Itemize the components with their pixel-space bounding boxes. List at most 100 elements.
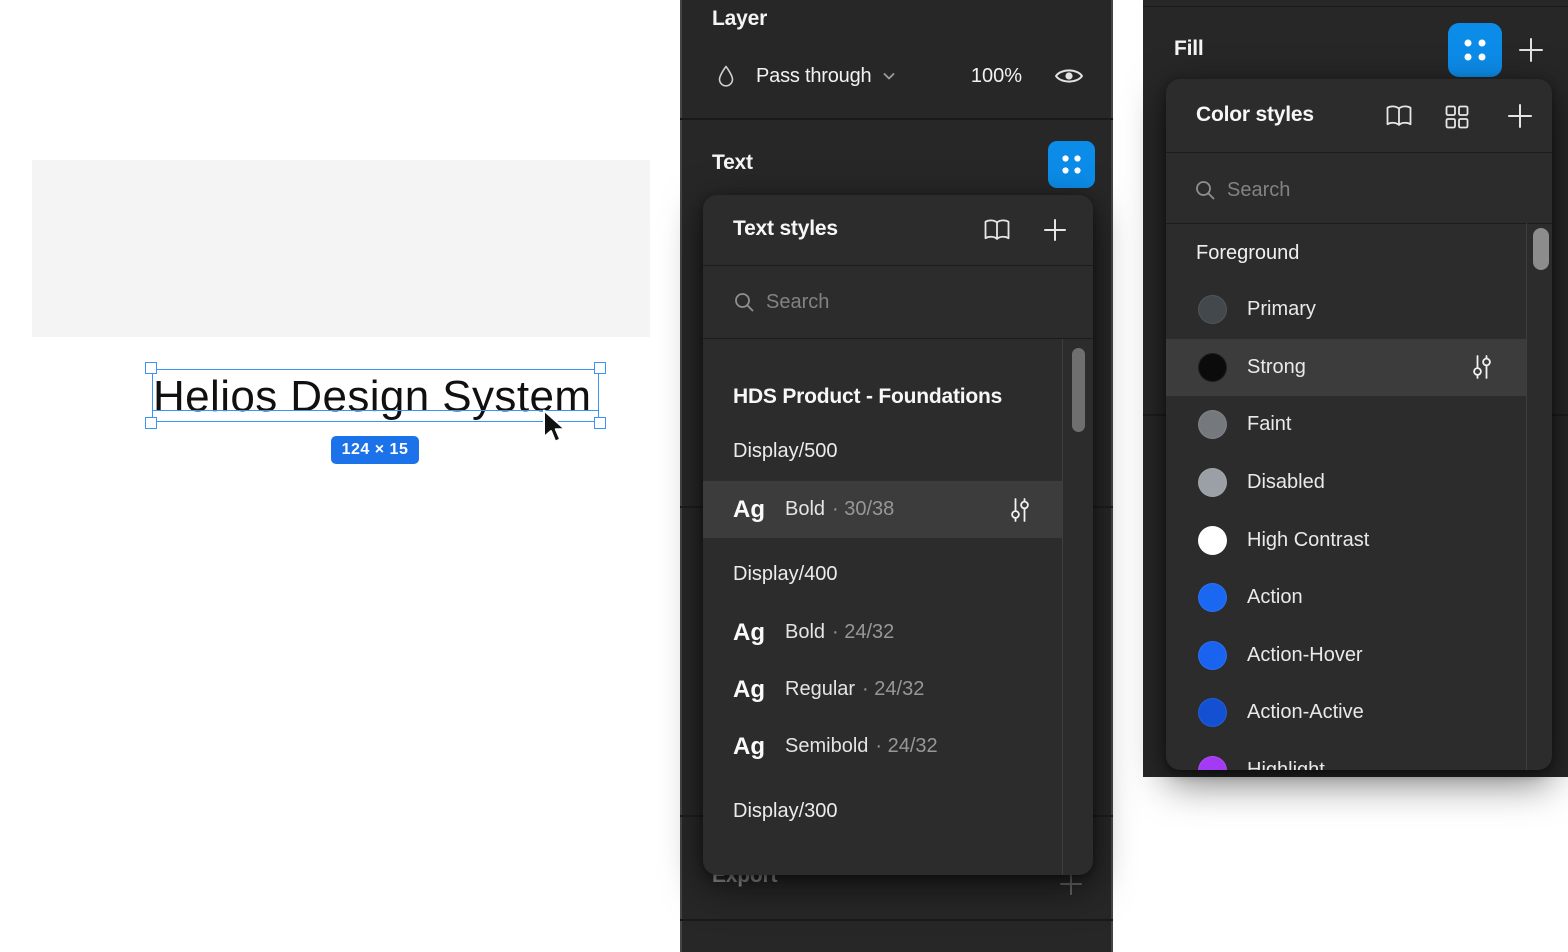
color-swatch (1198, 526, 1227, 555)
visibility-eye-button[interactable] (1054, 65, 1084, 87)
layer-section-title: Layer (712, 7, 767, 31)
style-meta: · 24/32 (832, 621, 894, 644)
color-styles-popup: Color styles Foreground Primary Strong (1166, 79, 1552, 770)
text-style-item[interactable]: Ag Semibold · 24/32 (703, 718, 1062, 775)
eye-icon (1054, 65, 1084, 87)
blend-mode-label: Pass through (756, 65, 871, 88)
style-name: Bold (785, 621, 825, 644)
color-swatch (1198, 756, 1227, 770)
color-style-item[interactable]: Highlight (1166, 742, 1526, 770)
color-style-item[interactable]: Disabled (1166, 454, 1526, 512)
style-meta: · 30/38 (832, 498, 894, 521)
sliders-icon (1470, 353, 1494, 381)
text-section-title: Text (712, 151, 753, 175)
selection-handle-se[interactable] (594, 417, 606, 429)
page-root: Helios Design System 124 × 15 Layer Pass… (0, 0, 1568, 952)
color-swatch (1198, 295, 1227, 324)
selection-handle-ne[interactable] (594, 362, 606, 374)
text-style-picker-button[interactable] (1048, 141, 1095, 188)
selection-handle-nw[interactable] (145, 362, 157, 374)
color-swatch (1198, 583, 1227, 612)
color-name: Action (1247, 586, 1303, 609)
color-style-item[interactable]: Action-Hover (1166, 627, 1526, 685)
color-style-item[interactable]: Action-Active (1166, 684, 1526, 742)
search-icon (1194, 179, 1216, 201)
add-text-style-button[interactable] (1042, 217, 1068, 243)
font-sample: Ag (733, 733, 785, 761)
text-style-list: HDS Product - FoundationsDisplay/500 Ag … (703, 339, 1093, 875)
popup-divider (1166, 152, 1552, 153)
color-style-item[interactable]: Faint (1166, 396, 1526, 454)
popup-title: Text styles (733, 217, 838, 241)
scrollbar-track (1062, 339, 1063, 875)
popup-title: Color styles (1196, 103, 1314, 127)
panel-divider (1143, 6, 1568, 7)
color-name: Action-Hover (1247, 644, 1363, 667)
text-style-item[interactable]: Ag Bold · 30/38 (703, 481, 1062, 538)
color-name: Action-Active (1247, 701, 1364, 724)
selection-box (152, 369, 599, 422)
color-swatch (1198, 468, 1227, 497)
opacity-value[interactable]: 100% (971, 65, 1022, 88)
scrollbar-track (1526, 223, 1527, 770)
scrollbar-thumb[interactable] (1072, 348, 1085, 432)
adjust-style-button[interactable] (1008, 496, 1032, 524)
library-toggle-button[interactable] (982, 217, 1012, 244)
book-icon (982, 217, 1012, 244)
color-style-search-input[interactable] (1227, 172, 1467, 208)
text-style-group-label: Display/300 (703, 799, 1093, 823)
fill-style-picker-button[interactable] (1448, 23, 1502, 77)
section-divider (680, 118, 1113, 120)
color-style-item[interactable]: Primary (1166, 281, 1526, 339)
color-name: Primary (1247, 298, 1316, 321)
style-name: Bold (785, 498, 825, 521)
style-dots-icon (1448, 23, 1502, 77)
color-style-list: Foreground Primary Strong Faint Disabled… (1166, 223, 1552, 770)
selection-handle-sw[interactable] (145, 417, 157, 429)
library-header: HDS Product - Foundations (703, 385, 1093, 409)
text-styles-popup: Text styles HDS Product - FoundationsDis… (703, 195, 1093, 875)
adjust-style-button[interactable] (1470, 353, 1494, 381)
add-fill-button[interactable] (1517, 36, 1545, 64)
font-sample: Ag (733, 496, 785, 524)
color-style-item[interactable]: Strong (1166, 339, 1526, 397)
book-icon (1384, 103, 1414, 130)
text-bounds-line (152, 410, 599, 412)
sliders-icon (1008, 496, 1032, 524)
style-dots-icon (1048, 141, 1095, 188)
plus-icon (1042, 217, 1068, 243)
style-name: Regular (785, 678, 855, 701)
add-color-style-button[interactable] (1506, 102, 1534, 130)
color-swatch (1198, 641, 1227, 670)
plus-icon (1506, 102, 1534, 130)
color-style-item[interactable]: High Contrast (1166, 511, 1526, 569)
popup-divider (703, 265, 1093, 266)
size-badge: 124 × 15 (331, 436, 419, 464)
layer-row: Pass through 100% (680, 54, 1113, 98)
text-style-group-label: Display/400 (703, 562, 1093, 586)
text-style-item[interactable]: Ag Bold · 24/32 (703, 604, 1062, 661)
plus-icon (1517, 36, 1545, 64)
grid-view-button[interactable] (1444, 104, 1470, 130)
color-name: High Contrast (1247, 529, 1369, 552)
scrollbar-thumb[interactable] (1533, 228, 1549, 270)
fill-section-title: Fill (1174, 37, 1204, 61)
color-swatch (1198, 698, 1227, 727)
color-swatch (1198, 353, 1227, 382)
style-meta: · 24/32 (875, 735, 937, 758)
color-name: Strong (1247, 356, 1306, 379)
library-toggle-button[interactable] (1384, 103, 1414, 130)
color-style-item[interactable]: Action (1166, 569, 1526, 627)
color-name: Highlight (1247, 759, 1325, 770)
text-style-search-input[interactable] (766, 284, 1006, 320)
blend-mode-dropdown[interactable]: Pass through (756, 65, 897, 88)
color-name: Disabled (1247, 471, 1325, 494)
search-icon (733, 291, 755, 313)
text-style-item[interactable]: Ag Regular · 24/32 (703, 661, 1062, 718)
color-name: Faint (1247, 413, 1291, 436)
design-canvas[interactable]: Helios Design System 124 × 15 (32, 160, 650, 337)
style-name: Semibold (785, 735, 868, 758)
section-divider (680, 919, 1113, 921)
style-meta: · 24/32 (862, 678, 924, 701)
water-drop-icon (717, 64, 735, 88)
